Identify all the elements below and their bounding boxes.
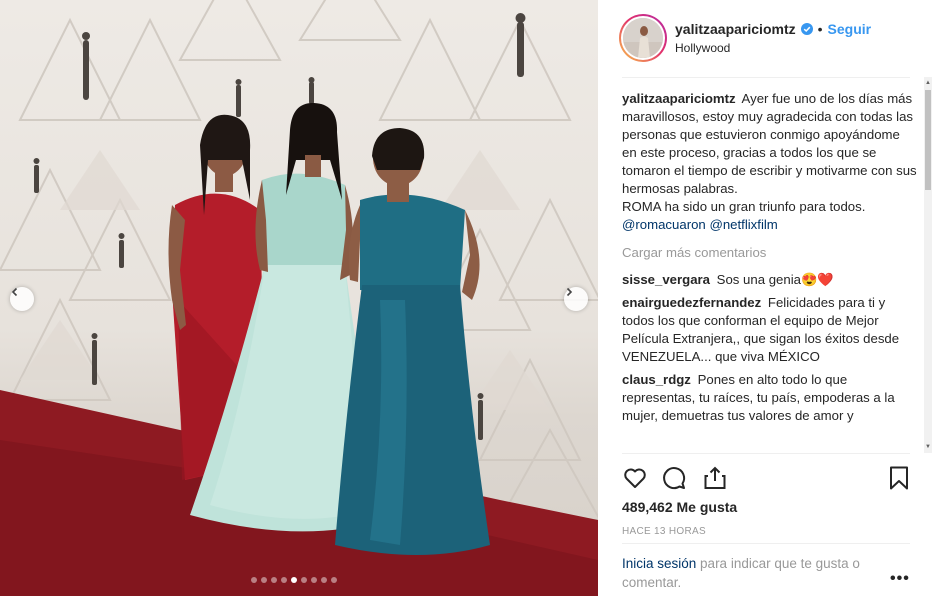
like-button[interactable] xyxy=(622,465,648,491)
comment-icon xyxy=(663,467,686,490)
carousel-dot xyxy=(281,577,287,583)
header-username-row: yalitzaapariciomtz • Seguir xyxy=(675,21,871,37)
caption-text: Ayer fue uno de los días más maravilloso… xyxy=(622,91,917,196)
share-icon xyxy=(704,466,726,489)
comment-text: Sos una genia😍❤️ xyxy=(716,272,834,287)
chevron-right-icon xyxy=(566,287,573,297)
post-timestamp[interactable]: HACE 13 HORAS xyxy=(622,526,706,537)
heart-icon xyxy=(624,468,646,488)
mention-link[interactable]: @netflixfilm xyxy=(709,217,777,232)
carousel-dot xyxy=(321,577,327,583)
avatar-picture xyxy=(623,18,663,58)
carousel-indicator xyxy=(251,577,337,583)
verified-badge-icon xyxy=(800,23,813,35)
likes-count[interactable]: 489,462 Me gusta xyxy=(622,499,737,515)
post-caption: yalitzaapariciomtz Ayer fue uno de los d… xyxy=(622,90,918,234)
list-item: sisse_vergara Sos una genia😍❤️ xyxy=(622,271,918,289)
login-link[interactable]: Inicia sesión xyxy=(622,556,696,571)
load-more-comments-button[interactable]: Cargar más comentarios xyxy=(622,244,918,262)
post-header: yalitzaapariciomtz • Seguir Hollywood xyxy=(598,0,932,77)
share-button[interactable] xyxy=(702,465,728,491)
carousel-dot xyxy=(271,577,277,583)
post-author-username[interactable]: yalitzaapariciomtz xyxy=(675,21,796,37)
bookmark-icon xyxy=(890,466,908,490)
comment-button[interactable] xyxy=(662,465,688,491)
chevron-left-icon xyxy=(11,287,18,297)
caption-text-2: ROMA ha sido un gran triunfo para todos. xyxy=(622,199,866,214)
comment-username[interactable]: claus_rdgz xyxy=(622,372,691,387)
carousel-dot xyxy=(291,577,297,583)
list-item: enairguedezfernandez Felicidades para ti… xyxy=(622,294,918,366)
scrollbar-thumb[interactable] xyxy=(925,90,931,190)
save-button[interactable] xyxy=(886,465,912,491)
carousel-next-button[interactable] xyxy=(564,287,588,311)
follow-button[interactable]: Seguir xyxy=(828,21,872,37)
scroll-down-arrow[interactable]: ▼ xyxy=(924,442,932,452)
carousel-prev-button[interactable] xyxy=(10,287,34,311)
scroll-up-arrow[interactable]: ▲ xyxy=(924,78,932,88)
comment-username[interactable]: sisse_vergara xyxy=(622,272,710,287)
carousel-dot xyxy=(331,577,337,583)
login-divider xyxy=(622,543,910,544)
post-location[interactable]: Hollywood xyxy=(675,41,730,55)
header-divider xyxy=(622,77,910,78)
more-options-button[interactable]: ••• xyxy=(890,570,910,588)
carousel-dot xyxy=(251,577,257,583)
post-photo xyxy=(0,0,598,596)
caption-username[interactable]: yalitzaapariciomtz xyxy=(622,91,736,106)
post-actions xyxy=(622,465,912,491)
comment-username[interactable]: enairguedezfernandez xyxy=(622,295,761,310)
mention-link[interactable]: @romacuaron xyxy=(622,217,706,232)
login-prompt: Inicia sesión para indicar que te gusta … xyxy=(622,554,892,592)
avatar[interactable] xyxy=(619,14,667,62)
actions-divider xyxy=(622,453,910,454)
comments-list: yalitzaapariciomtz Ayer fue uno de los d… xyxy=(622,90,918,452)
carousel-dot xyxy=(261,577,267,583)
carousel-dot xyxy=(301,577,307,583)
photo-illustration xyxy=(0,0,598,596)
carousel-dot xyxy=(311,577,317,583)
separator-dot: • xyxy=(817,21,823,37)
list-item: claus_rdgz Pones en alto todo lo que rep… xyxy=(622,371,918,425)
